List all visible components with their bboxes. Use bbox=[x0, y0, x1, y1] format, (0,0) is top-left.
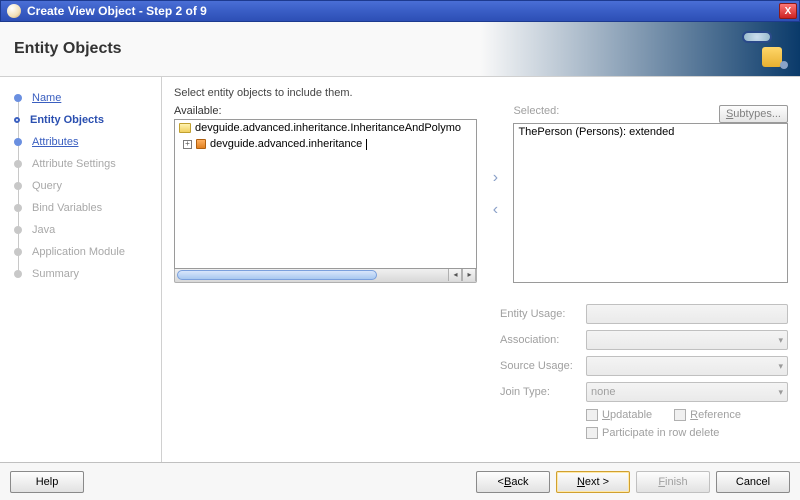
subtypes-button[interactable]: SSubtypes...ubtypes... bbox=[719, 105, 788, 123]
source-usage-label: Source Usage: bbox=[500, 360, 578, 372]
participate-checkbox: Participate in row delete bbox=[586, 427, 719, 439]
horizontal-scrollbar[interactable]: ◂ ▸ bbox=[174, 269, 477, 283]
join-type-dropdown: none bbox=[586, 382, 788, 402]
selected-label: Selected: bbox=[513, 105, 719, 121]
list-item-label: devguide.advanced.inheritance bbox=[210, 138, 362, 150]
wizard-step-label: Entity Objects bbox=[30, 114, 104, 126]
list-item-label: ThePerson (Persons): extended bbox=[518, 126, 674, 138]
shuttle-controls: › ‹ bbox=[485, 105, 505, 283]
entity-usage-form: Entity Usage: Association: Source Usage:… bbox=[500, 301, 788, 439]
list-item[interactable]: + devguide.advanced.inheritance bbox=[175, 136, 476, 152]
next-button[interactable]: Next > bbox=[556, 471, 630, 493]
entity-icon bbox=[196, 139, 206, 149]
reference-checkbox: Reference bbox=[674, 409, 741, 421]
wizard-step-application-module: Application Module bbox=[14, 241, 151, 263]
updatable-checkbox: Updatable bbox=[586, 409, 652, 421]
wizard-step-bind-variables: Bind Variables bbox=[14, 197, 151, 219]
window-title: Create View Object - Step 2 of 9 bbox=[27, 4, 779, 18]
wizard-steps-sidebar: Name Entity Objects Attributes Attribute… bbox=[0, 77, 162, 462]
wizard-banner: Entity Objects bbox=[0, 22, 800, 77]
entity-usage-field bbox=[586, 304, 788, 324]
scroll-left-icon[interactable]: ◂ bbox=[448, 269, 462, 281]
list-item[interactable]: devguide.advanced.inheritance.Inheritanc… bbox=[175, 120, 476, 136]
entity-usage-label: Entity Usage: bbox=[500, 308, 578, 320]
app-icon bbox=[7, 4, 21, 18]
association-dropdown bbox=[586, 330, 788, 350]
wizard-step-query: Query bbox=[14, 175, 151, 197]
wizard-button-bar: Help < Back Next > Finish Cancel bbox=[0, 462, 800, 500]
banner-illustration bbox=[740, 31, 786, 67]
title-bar: Create View Object - Step 2 of 9 X bbox=[0, 0, 800, 22]
wizard-body: Name Entity Objects Attributes Attribute… bbox=[0, 77, 800, 462]
cancel-button[interactable]: Cancel bbox=[716, 471, 790, 493]
shuttle-remove-button[interactable]: ‹ bbox=[493, 201, 498, 219]
finish-button: Finish bbox=[636, 471, 710, 493]
checkbox-label: Participate in row delete bbox=[602, 427, 719, 439]
wizard-step-label: Summary bbox=[32, 268, 79, 280]
available-panel: Available: devguide.advanced.inheritance… bbox=[174, 105, 477, 283]
instruction-text: Select entity objects to include them. bbox=[174, 87, 788, 99]
wizard-step-attribute-settings: Attribute Settings bbox=[14, 153, 151, 175]
wizard-step-label: Application Module bbox=[32, 246, 125, 258]
association-label: Association: bbox=[500, 334, 578, 346]
wizard-step-name[interactable]: Name bbox=[14, 87, 151, 109]
selected-panel: Selected: SSubtypes...ubtypes... ThePers… bbox=[513, 105, 788, 283]
wizard-step-entity-objects[interactable]: Entity Objects bbox=[14, 109, 151, 131]
close-button[interactable]: X bbox=[779, 3, 797, 19]
banner-heading: Entity Objects bbox=[14, 40, 122, 58]
join-type-label: Join Type: bbox=[500, 386, 578, 398]
wizard-step-label: Attribute Settings bbox=[32, 158, 116, 170]
available-label: Available: bbox=[174, 105, 477, 117]
available-list[interactable]: devguide.advanced.inheritance.Inheritanc… bbox=[174, 119, 477, 269]
scroll-right-icon[interactable]: ▸ bbox=[462, 269, 476, 281]
wizard-step-label: Bind Variables bbox=[32, 202, 102, 214]
expand-icon[interactable]: + bbox=[183, 140, 192, 149]
list-item[interactable]: ThePerson (Persons): extended bbox=[514, 124, 787, 140]
wizard-step-label: Java bbox=[32, 224, 55, 236]
wizard-step-attributes[interactable]: Attributes bbox=[14, 131, 151, 153]
help-button[interactable]: Help bbox=[10, 471, 84, 493]
wizard-content: Select entity objects to include them. A… bbox=[162, 77, 800, 462]
shuttle-add-button[interactable]: › bbox=[493, 169, 498, 187]
wizard-step-label: Attributes bbox=[32, 136, 78, 148]
wizard-step-label: Name bbox=[32, 92, 61, 104]
source-usage-dropdown bbox=[586, 356, 788, 376]
wizard-step-summary: Summary bbox=[14, 263, 151, 285]
wizard-step-java: Java bbox=[14, 219, 151, 241]
list-item-label: devguide.advanced.inheritance.Inheritanc… bbox=[195, 122, 461, 134]
selected-list[interactable]: ThePerson (Persons): extended bbox=[513, 123, 788, 283]
checkbox-label: eference bbox=[698, 409, 741, 421]
back-button[interactable]: < Back bbox=[476, 471, 550, 493]
scrollbar-thumb[interactable] bbox=[177, 270, 377, 280]
package-icon bbox=[179, 123, 191, 133]
checkbox-label: pdatable bbox=[610, 409, 652, 421]
wizard-step-label: Query bbox=[32, 180, 62, 192]
